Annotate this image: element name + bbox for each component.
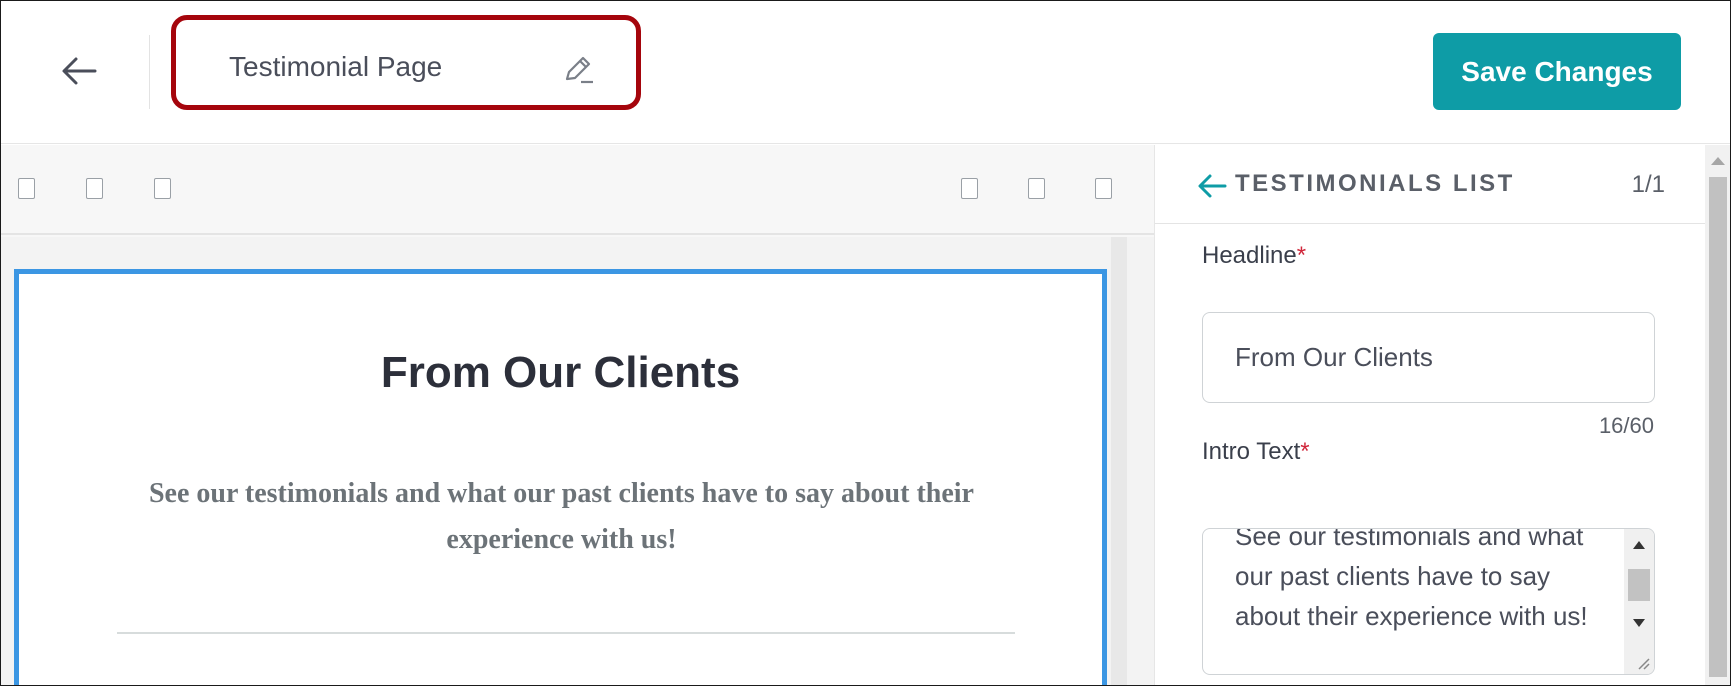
intro-text-label: Intro Text* bbox=[1202, 438, 1310, 466]
editor-header: Testimonial Page Save Changes bbox=[1, 1, 1730, 144]
section-intro: See our testimonials and what our past c… bbox=[148, 478, 974, 555]
toolbar-icon[interactable] bbox=[18, 178, 35, 199]
toolbar-icon[interactable] bbox=[1028, 178, 1045, 199]
resize-handle-icon[interactable] bbox=[1635, 655, 1651, 671]
scroll-thumb[interactable] bbox=[1628, 569, 1650, 601]
section-divider bbox=[117, 632, 1015, 634]
intro-text-field[interactable]: See our testimonials and what our past c… bbox=[1202, 528, 1655, 675]
toolbar-icon[interactable] bbox=[154, 178, 171, 199]
scroll-down-icon[interactable] bbox=[1633, 619, 1645, 627]
scroll-up-icon[interactable] bbox=[1711, 157, 1725, 165]
page-title[interactable]: Testimonial Page bbox=[229, 51, 442, 83]
arrow-left-icon bbox=[62, 57, 97, 85]
back-button[interactable] bbox=[53, 45, 105, 97]
preview-canvas: From Our Clients See our testimonials an… bbox=[1, 237, 1154, 685]
headline-input[interactable] bbox=[1202, 312, 1655, 403]
settings-panel: TESTIMONIALS LIST 1/1 Headline* 16/60 In… bbox=[1154, 145, 1706, 685]
toolbar-icon[interactable] bbox=[86, 178, 103, 199]
panel-title: TESTIMONIALS LIST bbox=[1235, 170, 1515, 197]
section-title: From Our Clients bbox=[380, 348, 741, 397]
intro-text-label-text: Intro Text bbox=[1202, 438, 1301, 465]
page-scrollbar[interactable] bbox=[1705, 145, 1730, 685]
required-mark: * bbox=[1296, 242, 1307, 269]
toolbar-icon[interactable] bbox=[1095, 178, 1112, 199]
toolbar-icon[interactable] bbox=[961, 178, 978, 199]
required-mark: * bbox=[1300, 438, 1310, 465]
intro-text-value[interactable]: See our testimonials and what our past c… bbox=[1235, 529, 1595, 636]
header-divider bbox=[149, 35, 150, 109]
scroll-up-icon[interactable] bbox=[1633, 541, 1645, 549]
preview-toolbar bbox=[1, 145, 1154, 235]
intro-text-scrollbar[interactable] bbox=[1624, 529, 1654, 674]
scroll-thumb[interactable] bbox=[1709, 177, 1727, 677]
canvas-scrollbar[interactable] bbox=[1111, 237, 1127, 685]
preview-pane: From Our Clients See our testimonials an… bbox=[1, 145, 1154, 685]
item-count: 1/1 bbox=[1631, 171, 1665, 198]
app-window: Testimonial Page Save Changes From Our C… bbox=[0, 0, 1731, 686]
headline-label: Headline* bbox=[1202, 242, 1306, 270]
headline-label-text: Headline bbox=[1202, 242, 1297, 269]
testimonial-section[interactable]: From Our Clients See our testimonials an… bbox=[14, 269, 1107, 685]
save-changes-button[interactable]: Save Changes bbox=[1433, 33, 1681, 110]
headline-char-counter: 16/60 bbox=[1598, 413, 1654, 438]
panel-header: TESTIMONIALS LIST 1/1 bbox=[1155, 145, 1706, 224]
arrow-left-icon[interactable] bbox=[1195, 169, 1229, 203]
pencil-icon[interactable] bbox=[561, 53, 595, 87]
